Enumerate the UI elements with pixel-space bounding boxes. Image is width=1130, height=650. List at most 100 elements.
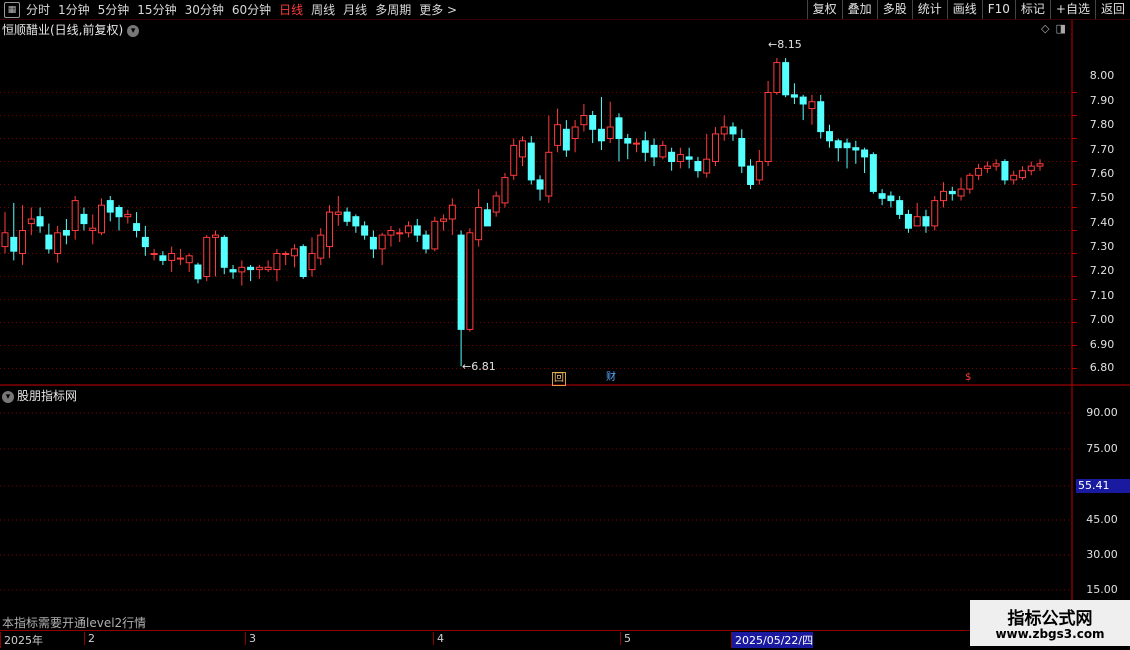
candle-body [773,62,781,93]
candle-body [790,94,798,98]
low-value: 6.81 [471,360,496,373]
candle-body [133,223,141,232]
cursor-date-label: 2025/05/22/四 [731,632,814,648]
candle-body [562,128,570,151]
candle-body [290,248,298,257]
time-axis: 2025年 2 3 4 5 2025/05/22/四 [0,630,1130,648]
candle-body [685,156,693,160]
candle-body [738,138,746,167]
candle-body [431,220,439,250]
event-marker-finance[interactable]: 财 [606,372,616,384]
candle-body [106,200,114,213]
candle-body [799,96,807,105]
candle-body [448,204,456,220]
price-tick: 8.00 [1089,69,1115,82]
candle-body [817,101,825,133]
candle-body [45,234,53,250]
indicator-value-badge: 55.41 [1076,479,1130,493]
kline-chart[interactable] [0,0,1130,650]
candle-body [212,234,220,238]
candle-body [536,179,544,190]
candle-body [124,213,132,218]
candle-body [501,177,509,204]
candle-body [378,234,386,250]
panel-toggle-icon[interactable]: ◨ [1055,22,1065,35]
candle-body [97,204,105,234]
candle-body [238,266,246,273]
candle-body [404,225,412,234]
candle-body [89,227,97,231]
candle-body [992,163,1000,167]
candle-body [1001,161,1009,181]
candle-body [27,218,35,225]
candle-body [308,253,316,271]
candle-body [115,207,123,218]
stock-title: 恒顺醋业(日线,前复权) [2,23,124,37]
candle-body [326,211,334,248]
candle-body [694,161,702,172]
candle-body [168,253,176,261]
candle-body [54,232,62,255]
candle-body [483,209,491,227]
watermark-url: www.zbgs3.com [995,627,1105,641]
candle-body [755,161,763,181]
candle-body [729,126,737,135]
candle-body [852,147,860,151]
time-label-month: 2 [84,632,95,645]
candle-body [369,236,377,250]
candle-group [1,58,1044,367]
candle-body [1010,174,1018,181]
candle-body [606,126,614,139]
candle-body [343,211,351,222]
candle-body [361,225,369,236]
candle-body [633,142,641,145]
candle-body [422,234,430,250]
price-tick: 7.50 [1089,191,1115,204]
price-tick: 7.70 [1089,143,1115,156]
candle-body [764,92,772,162]
candle-body [957,188,965,197]
candle-body [194,264,202,280]
candle-body [510,144,518,176]
candle-body [887,195,895,202]
candle-body [869,154,877,192]
candle-body [317,234,325,259]
candle-body [615,117,623,140]
candle-body [159,255,167,261]
candle-body [668,151,676,163]
candle-body [650,144,658,158]
diamond-icon[interactable]: ◇ [1041,22,1049,35]
price-tick: 7.10 [1089,289,1115,302]
time-label-month: 3 [245,632,256,645]
indicator-axis: 90.00 75.00 45.00 30.00 15.00 [1074,385,1130,630]
high-value: 8.15 [777,38,802,51]
candle-body [387,230,395,236]
candle-body [457,234,465,330]
indicator-tick: 90.00 [1086,406,1118,419]
time-label-month: 5 [620,632,631,645]
chevron-down-icon[interactable]: ▾ [2,390,14,403]
candle-body [580,115,588,126]
event-marker-dollar[interactable]: $ [965,372,971,384]
candle-body [940,190,948,202]
candle-body [966,174,974,190]
candle-body [834,140,842,149]
candle-body [334,211,342,215]
price-tick: 7.30 [1089,240,1115,253]
high-label: ←8.15 [768,38,802,51]
candle-body [396,232,404,235]
candle-body [597,128,605,142]
candle-body [782,62,790,96]
price-tick: 7.80 [1089,118,1115,131]
candle-body [589,115,597,130]
candle-body [896,200,904,215]
event-marker-hui[interactable]: 回 [552,372,566,386]
price-tick: 7.60 [1089,167,1115,180]
price-tick: 6.80 [1089,361,1115,374]
candle-body [255,266,263,271]
chevron-down-icon[interactable]: ▾ [127,24,140,37]
candle-body [150,253,158,255]
price-tick: 7.90 [1089,94,1115,107]
price-tick: 6.90 [1089,338,1115,351]
candle-body [527,142,535,181]
